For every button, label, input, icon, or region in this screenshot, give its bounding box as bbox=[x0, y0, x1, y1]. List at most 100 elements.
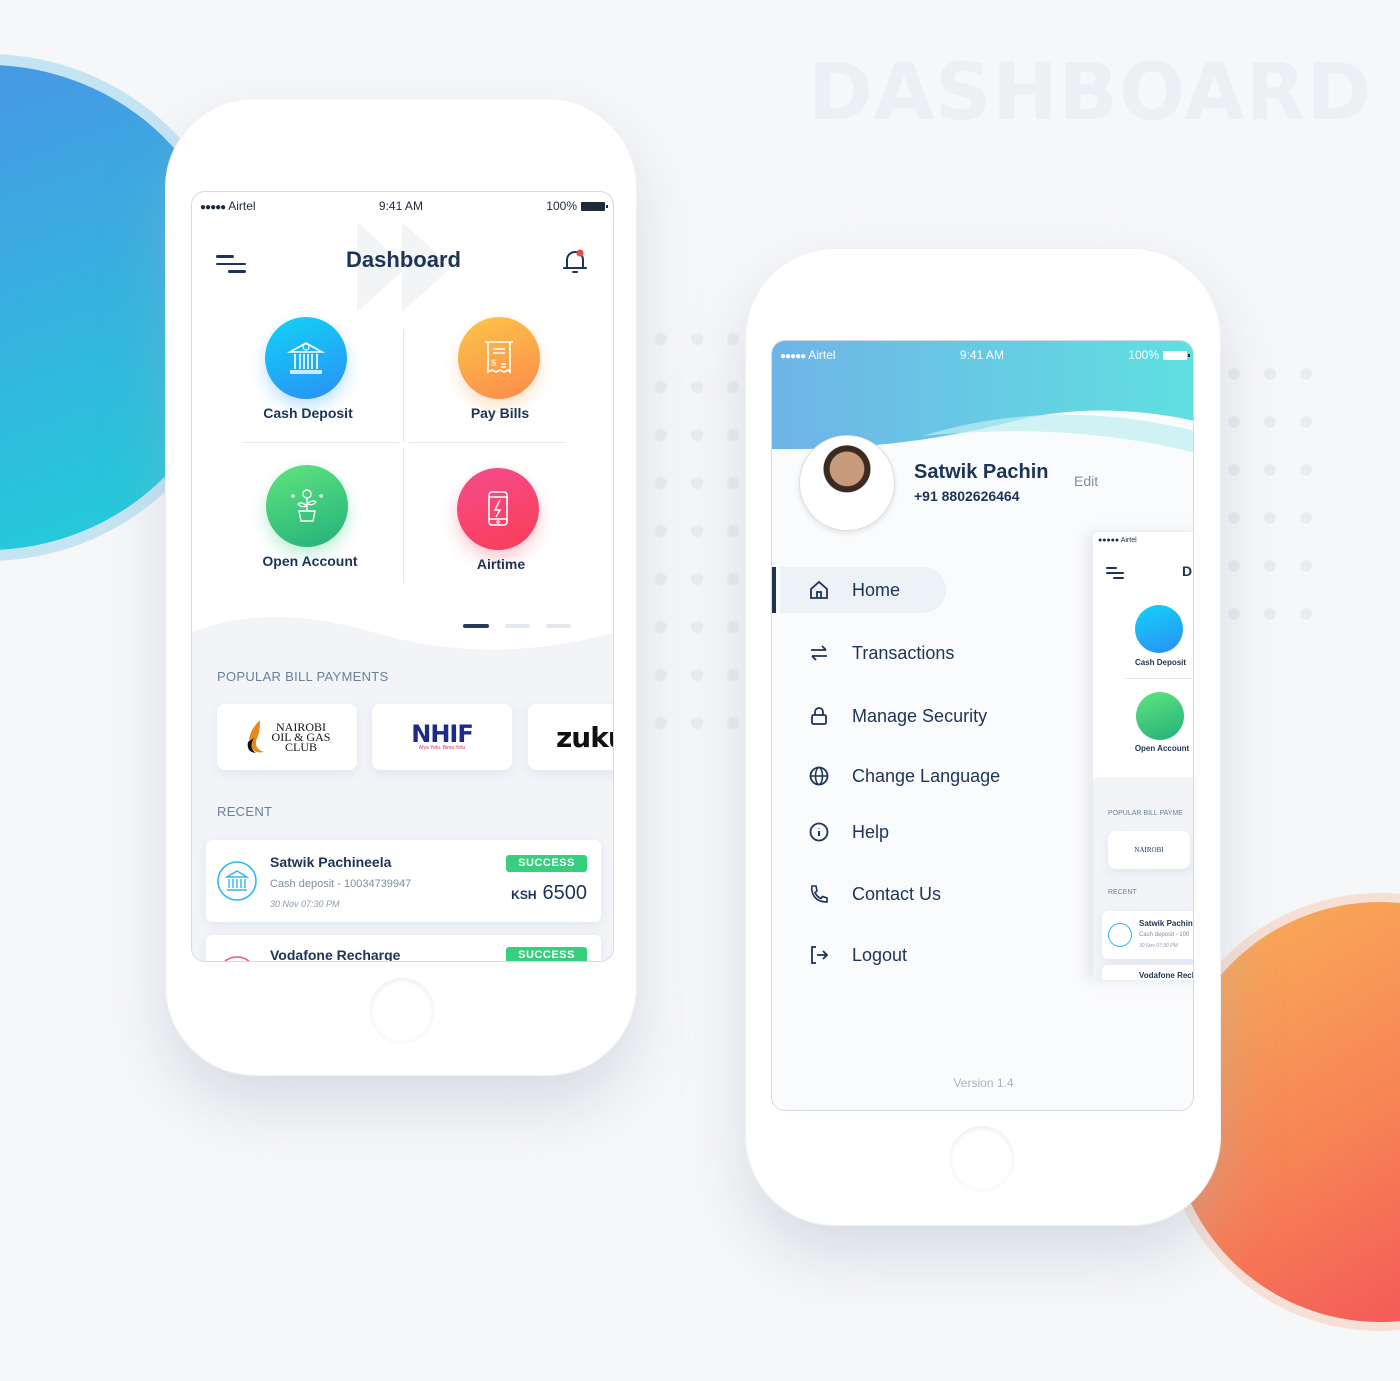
profile-name: Satwik Pachin bbox=[914, 461, 1049, 483]
nav-item-contact-us[interactable]: Contact Us bbox=[772, 871, 1092, 917]
clock: 9:41 AM bbox=[378, 199, 423, 213]
dot-pattern-right bbox=[1228, 368, 1336, 620]
bank-icon bbox=[1108, 923, 1132, 947]
nav-label: Transactions bbox=[852, 642, 955, 663]
tile-airtime[interactable]: Airtime bbox=[421, 468, 581, 572]
bank-icon bbox=[217, 861, 257, 901]
nav-item-home[interactable]: Home bbox=[772, 567, 1092, 613]
phone-icon bbox=[810, 885, 828, 903]
bank-icon bbox=[265, 317, 347, 399]
globe-icon bbox=[809, 766, 829, 786]
header-title: D bbox=[1182, 563, 1193, 579]
nav-label: Home bbox=[852, 579, 901, 600]
section-heading-recent: RECENT bbox=[1108, 889, 1137, 896]
tile-label: Open Account bbox=[1134, 744, 1190, 753]
carrier: Airtel bbox=[808, 348, 836, 362]
nav-item-manage-security[interactable]: Manage Security bbox=[772, 693, 1092, 739]
divider bbox=[409, 442, 566, 443]
section-heading-popular: POPULAR BILL PAYME bbox=[1108, 810, 1183, 817]
version-label: Version 1.4 bbox=[953, 1076, 1014, 1090]
transaction-amount: 6500 bbox=[542, 882, 588, 904]
phone-icon bbox=[224, 956, 250, 961]
signal-icon: ●●●●● bbox=[780, 351, 806, 362]
nhif-logo: NHIF bbox=[411, 720, 473, 748]
nav-item-transactions[interactable]: Transactions bbox=[772, 630, 1092, 676]
avatar[interactable] bbox=[799, 435, 895, 531]
transaction-name: Satwik Pachin bbox=[1139, 919, 1193, 928]
pager-dot[interactable] bbox=[505, 624, 530, 628]
transaction-row: Vodafone Recl bbox=[1102, 965, 1193, 980]
dashboard-screen: ●●●●● Airtel 9:41 AM 100% Dashboard Cash … bbox=[191, 191, 614, 962]
nav-item-change-language[interactable]: Change Language bbox=[772, 753, 1092, 799]
transaction-date: 30 Nov 07:30 PM bbox=[270, 899, 340, 909]
section-heading-recent: RECENT bbox=[217, 804, 273, 819]
carrier: Airtel bbox=[228, 199, 256, 213]
divider bbox=[403, 330, 404, 442]
currency: KSH bbox=[511, 888, 537, 902]
page-title: DASHBOARD bbox=[808, 48, 1373, 138]
menu-icon bbox=[1106, 567, 1124, 584]
nav-label: Change Language bbox=[852, 765, 1001, 786]
status-bar: ●●●●● Airtel 9:41 AM 100% bbox=[772, 341, 1193, 369]
transaction-date: 30 Nov 07:30 PM bbox=[1139, 943, 1178, 949]
biller-zuku[interactable]: zuku bbox=[528, 704, 613, 770]
header-title: Dashboard bbox=[346, 247, 461, 272]
flame-logo-icon bbox=[247, 720, 264, 753]
tile-label: Open Account bbox=[262, 553, 358, 569]
tile-label: Airtime bbox=[476, 556, 526, 572]
zuku-logo: zuku bbox=[556, 720, 613, 754]
biller-nhif[interactable]: NHIF Afya Yetu. Bima Yetu bbox=[372, 704, 512, 770]
home-icon bbox=[810, 580, 828, 599]
nav-label: Manage Security bbox=[852, 705, 988, 726]
home-hardware-button[interactable] bbox=[950, 1126, 1014, 1190]
biller-nairobi-oil-gas: NAIROBI bbox=[1108, 831, 1190, 869]
transaction-name: Satwik Pachineela bbox=[270, 854, 392, 870]
transaction-name: Vodafone Recharge bbox=[270, 947, 401, 962]
phone-bolt-icon bbox=[457, 468, 539, 550]
nav-label: Help bbox=[852, 821, 890, 842]
logout-icon bbox=[811, 946, 829, 964]
nav-item-help[interactable]: Help bbox=[772, 809, 1092, 855]
section-heading-popular: POPULAR BILL PAYMENTS bbox=[217, 669, 389, 684]
profile-phone: +91 8802626464 bbox=[914, 488, 1020, 504]
transaction-desc: Cash deposit - 100 bbox=[1139, 932, 1190, 938]
pager-dot-active[interactable] bbox=[463, 624, 489, 628]
home-hardware-button[interactable] bbox=[370, 978, 434, 1042]
pager-dot[interactable] bbox=[546, 624, 571, 628]
biller-nairobi-oil-gas[interactable]: NAIROBI OIL & GAS CLUB bbox=[217, 704, 357, 770]
divider bbox=[1125, 678, 1193, 679]
transaction-row[interactable]: Vodafone Recharge SUCCESS bbox=[206, 935, 601, 962]
dashboard-preview-panel[interactable]: ●●●●● Airtel D Cash Deposit Open Account… bbox=[1093, 532, 1193, 980]
edit-profile-button[interactable]: Edit bbox=[1074, 473, 1098, 489]
nav-item-logout[interactable]: Logout bbox=[772, 932, 1092, 978]
carrier: ●●●●● Airtel bbox=[1098, 537, 1137, 544]
clock: 9:41 AM bbox=[959, 348, 1004, 362]
side-menu-screen: ●●●●● Airtel 9:41 AM 100% Satwik Pachin +… bbox=[771, 340, 1194, 1111]
nav-label: Logout bbox=[852, 944, 908, 965]
bell-icon[interactable] bbox=[562, 247, 588, 277]
biller-logo-text: NAIROBI bbox=[1134, 846, 1164, 854]
svg-text:$: $ bbox=[491, 358, 496, 368]
status-bar: ●●●●● Airtel 9:41 AM 100% bbox=[192, 192, 613, 220]
lock-icon bbox=[811, 707, 827, 725]
nav-list: Home Transactions Manage Security Change… bbox=[772, 567, 1092, 978]
tile-label: Cash Deposit bbox=[1134, 658, 1187, 667]
tile-cash-deposit[interactable]: Cash Deposit bbox=[228, 317, 388, 421]
tile-open-account[interactable]: Open Account bbox=[230, 465, 390, 569]
bank-icon bbox=[1135, 605, 1183, 653]
receipt-icon: $ bbox=[458, 317, 540, 399]
signal-icon: ●●●●● bbox=[200, 202, 226, 213]
battery-percent: 100% bbox=[546, 199, 577, 213]
status-badge: SUCCESS bbox=[506, 855, 587, 872]
plant-money-icon bbox=[266, 465, 348, 547]
status-badge: SUCCESS bbox=[506, 947, 587, 961]
nhif-tagline: Afya Yetu. Bima Yetu bbox=[418, 745, 466, 751]
transaction-row[interactable]: Satwik Pachineela Cash deposit - 1003473… bbox=[206, 840, 601, 922]
transfer-icon bbox=[811, 645, 827, 661]
tile-pay-bills[interactable]: $ Pay Bills bbox=[420, 317, 580, 421]
battery-icon bbox=[581, 202, 608, 212]
divider bbox=[242, 442, 399, 443]
transaction-row: Satwik Pachin Cash deposit - 100 30 Nov … bbox=[1102, 911, 1193, 959]
tile-label: Pay Bills bbox=[470, 405, 530, 421]
info-icon bbox=[809, 822, 829, 842]
